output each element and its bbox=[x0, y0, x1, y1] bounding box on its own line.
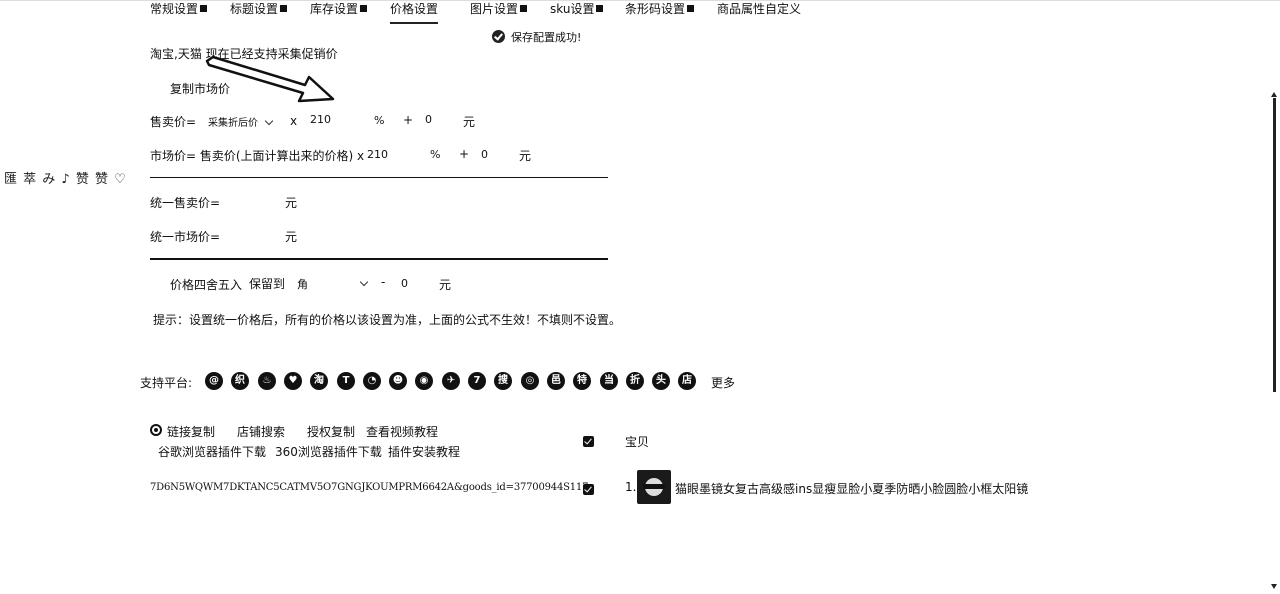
chevron-down-icon bbox=[359, 277, 369, 287]
tab-stock-settings[interactable]: 库存设置 bbox=[310, 0, 368, 18]
uniform-sell-input[interactable] bbox=[222, 194, 280, 207]
tab-price-settings[interactable]: 价格设置 bbox=[390, 0, 438, 24]
dropdown-icon bbox=[596, 5, 604, 12]
side-toolbar[interactable]: 匯 萃 み ♪ 赞 赞 ♡ bbox=[4, 168, 127, 187]
dropdown-icon bbox=[280, 5, 288, 12]
keep-to-label: 保留到 bbox=[249, 277, 286, 291]
tab-general-settings[interactable]: 常规设置 bbox=[150, 0, 208, 18]
robot-icon[interactable]: ☻ bbox=[389, 372, 407, 390]
market-price-label: 市场价= 售卖价(上面计算出来的价格) x bbox=[150, 149, 365, 163]
link-copy-option[interactable]: 链接复制 bbox=[167, 423, 215, 440]
yuan-unit: 元 bbox=[519, 149, 532, 163]
eye-icon[interactable]: ◉ bbox=[415, 372, 433, 390]
uniform-market-input[interactable] bbox=[222, 228, 280, 241]
tmall-icon[interactable]: 淘 bbox=[310, 372, 328, 390]
lang-icon[interactable]: 邑 bbox=[547, 372, 565, 390]
360-plugin-link[interactable]: 360浏览器插件下载 bbox=[275, 443, 382, 460]
scroll-up-arrow[interactable] bbox=[1271, 92, 1277, 97]
auth-copy-option[interactable]: 授权复制 bbox=[307, 423, 355, 440]
item-title[interactable]: 猫眼墨镜女复古高级感ins显瘦显脸小夏季防晒小脸圆脸小框太阳镜 bbox=[675, 480, 1028, 497]
minus-sign: - bbox=[381, 275, 386, 289]
sell-add-input[interactable] bbox=[425, 113, 455, 126]
chevron-down-icon bbox=[264, 116, 274, 126]
dian-icon[interactable]: 店 bbox=[678, 372, 696, 390]
pinduoduo-icon[interactable]: @ bbox=[205, 372, 223, 390]
1688-icon[interactable]: 织 bbox=[231, 372, 249, 390]
sou-icon[interactable]: 搜 bbox=[494, 372, 512, 390]
dropdown-icon bbox=[360, 5, 368, 12]
item-index: 1. bbox=[625, 480, 637, 494]
sell-price-label: 售卖价= bbox=[150, 115, 197, 129]
tab-title-settings[interactable]: 标题设置 bbox=[230, 0, 288, 18]
flame-icon[interactable]: ♨ bbox=[258, 372, 276, 390]
uniform-market-label: 统一市场价= bbox=[150, 230, 221, 244]
rounding-unit-select[interactable]: 角 bbox=[297, 276, 369, 292]
save-status-text: 保存配置成功! bbox=[511, 31, 582, 44]
multiply-sign: x bbox=[290, 114, 298, 128]
market-percent-input[interactable] bbox=[367, 148, 417, 161]
rounding-value-input[interactable] bbox=[401, 277, 431, 290]
dropdown-icon bbox=[520, 5, 528, 12]
vip-icon[interactable]: ♥ bbox=[284, 372, 302, 390]
tab-barcode-settings[interactable]: 条形码设置 bbox=[625, 0, 695, 18]
te-icon[interactable]: 特 bbox=[573, 372, 591, 390]
items-header-label: 宝贝 bbox=[625, 435, 650, 449]
tab-custom-attributes[interactable]: 商品属性自定义 bbox=[717, 0, 801, 18]
zhe-icon[interactable]: 折 bbox=[626, 372, 644, 390]
success-check-icon bbox=[492, 30, 505, 43]
goods-url-text: 7D6N5WQWM7DKTANC5CATMV5O7GNGJKOUMPRM6642… bbox=[150, 482, 589, 493]
yuan-unit: 元 bbox=[285, 230, 298, 244]
dropdown-icon bbox=[200, 5, 208, 12]
percent-sign: % bbox=[430, 148, 441, 161]
dropdown-icon bbox=[687, 5, 695, 12]
item-checkbox[interactable] bbox=[583, 484, 594, 495]
yuan-unit: 元 bbox=[285, 196, 298, 210]
yuan-unit: 元 bbox=[439, 278, 452, 292]
price-source-select[interactable]: 采集折后价 bbox=[208, 114, 274, 129]
cat-icon[interactable]: ◔ bbox=[363, 372, 381, 390]
market-add-input[interactable] bbox=[481, 148, 511, 161]
product-thumbnail bbox=[637, 470, 671, 504]
tou-icon[interactable]: 头 bbox=[652, 372, 670, 390]
t-icon[interactable]: T bbox=[337, 372, 355, 390]
section-divider bbox=[150, 258, 608, 260]
tab-image-settings[interactable]: 图片设置 bbox=[470, 0, 528, 18]
price-tip-text: 提示：设置统一价格后，所有的价格以该设置为准，上面的公式不生效！不填则不设置。 bbox=[153, 313, 622, 327]
chrome-plugin-link[interactable]: 谷歌浏览器插件下载 bbox=[158, 443, 266, 460]
scroll-down-arrow[interactable] bbox=[1271, 584, 1277, 589]
wing-icon[interactable]: ✈ bbox=[442, 372, 460, 390]
copy-market-price-option[interactable]: 复制市场价 bbox=[170, 80, 230, 97]
sell-percent-input[interactable] bbox=[310, 113, 360, 126]
tab-sku-settings[interactable]: sku设置 bbox=[550, 0, 604, 18]
shop-search-option[interactable]: 店铺搜索 bbox=[237, 423, 285, 440]
section-divider bbox=[150, 177, 608, 178]
yuan-unit: 元 bbox=[463, 115, 476, 129]
uniform-sell-label: 统一售卖价= bbox=[150, 196, 221, 210]
ring-icon[interactable]: ◎ bbox=[521, 372, 539, 390]
plus-sign: + bbox=[403, 113, 414, 127]
plus-sign: + bbox=[459, 147, 470, 161]
more-platforms-link[interactable]: 更多 bbox=[711, 374, 735, 391]
rounding-label: 价格四舍五入 bbox=[170, 278, 243, 292]
link-copy-radio[interactable] bbox=[150, 424, 162, 436]
video-tutorial-link[interactable]: 查看视频教程 bbox=[366, 423, 438, 440]
scrollbar[interactable] bbox=[1273, 98, 1276, 392]
select-all-checkbox[interactable] bbox=[583, 436, 594, 447]
dang-icon[interactable]: 当 bbox=[600, 372, 618, 390]
platforms-label: 支持平台: bbox=[140, 376, 193, 390]
seven-icon[interactable]: 7 bbox=[468, 372, 486, 390]
plugin-install-link[interactable]: 插件安装教程 bbox=[388, 443, 460, 460]
percent-sign: % bbox=[374, 114, 385, 127]
